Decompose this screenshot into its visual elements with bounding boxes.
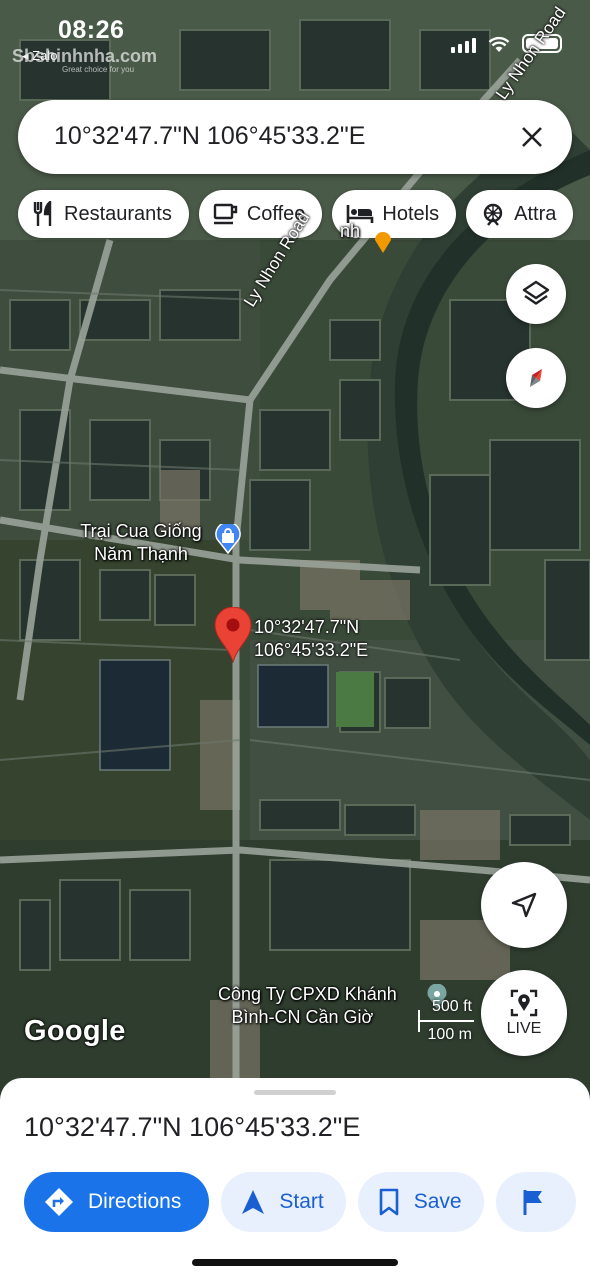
search-query[interactable]: 10°32'47.7"N 106°45'33.2"E [54,122,365,151]
live-label: LIVE [506,1020,542,1037]
map-scale: 500 ft 100 m [418,998,478,1044]
place-bottom-sheet[interactable]: 10°32'47.7"N 106°45'33.2"E Directions St… [0,1078,590,1280]
fork-knife-icon [33,201,52,226]
dropped-pin-icon[interactable] [214,607,252,663]
place-label-company: Công Ty CPXD Khánh Bình-CN Cần Giờ [218,984,397,1027]
shopping-bag-place-icon[interactable] [214,524,242,554]
action-buttons: Directions Start Save [24,1172,576,1232]
live-view-icon [510,989,538,1017]
compass-icon [530,369,542,387]
coffee-cup-icon [213,203,238,225]
status-time: 08:26 [58,16,125,44]
google-logo: Google [24,1015,126,1047]
pin-coordinates-label: 10°32'47.7"N 106°45'33.2"E [254,617,369,660]
layers-icon [522,280,550,305]
navigation-arrow-icon [511,892,537,918]
bookmark-icon [379,1188,399,1216]
directions-button[interactable]: Directions [24,1172,210,1232]
save-button[interactable]: Save [357,1172,484,1232]
place-label-partial: nh [340,221,361,241]
compass-button[interactable] [506,348,566,408]
scale-metric: 100 m [427,1026,472,1043]
search-bar[interactable]: 10°32'47.7"N 106°45'33.2"E [18,100,572,174]
watermark: Sbshinhnha.com Great choice for you [12,46,158,74]
wifi-icon [488,36,510,52]
my-location-button[interactable] [481,862,567,948]
attractions-icon [483,203,503,226]
label-button[interactable] [495,1172,576,1232]
chip-label: Hotels [382,202,440,225]
start-button[interactable]: Start [221,1172,346,1232]
place-label-crab-farm: Trại Cua Giống Năm Thạnh [80,521,202,564]
chip-label: Attra [514,202,557,225]
place-title: 10°32'47.7"N 106°45'33.2"E [24,1112,361,1142]
sheet-drag-handle[interactable] [254,1090,336,1095]
chip-restaurants[interactable]: Restaurants [18,190,189,238]
chip-attractions[interactable]: Attra [466,190,574,238]
live-view-button[interactable]: LIVE [481,970,567,1056]
save-label: Save [413,1190,462,1213]
chip-label: Restaurants [64,202,172,225]
close-icon[interactable] [510,115,554,159]
place-marker-orange [375,232,391,253]
layers-button[interactable] [506,264,566,324]
flag-icon [523,1190,542,1215]
directions-label: Directions [88,1190,182,1213]
directions-icon [45,1188,73,1216]
home-indicator[interactable] [192,1259,398,1266]
satellite-map[interactable]: 08:26 ◂ Zalo Sbshinhnha.com Great choice… [0,0,590,1090]
cellular-signal-icon [451,38,476,53]
start-label: Start [279,1190,324,1213]
scale-imperial: 500 ft [431,998,472,1015]
navigation-arrow-icon [242,1190,265,1214]
